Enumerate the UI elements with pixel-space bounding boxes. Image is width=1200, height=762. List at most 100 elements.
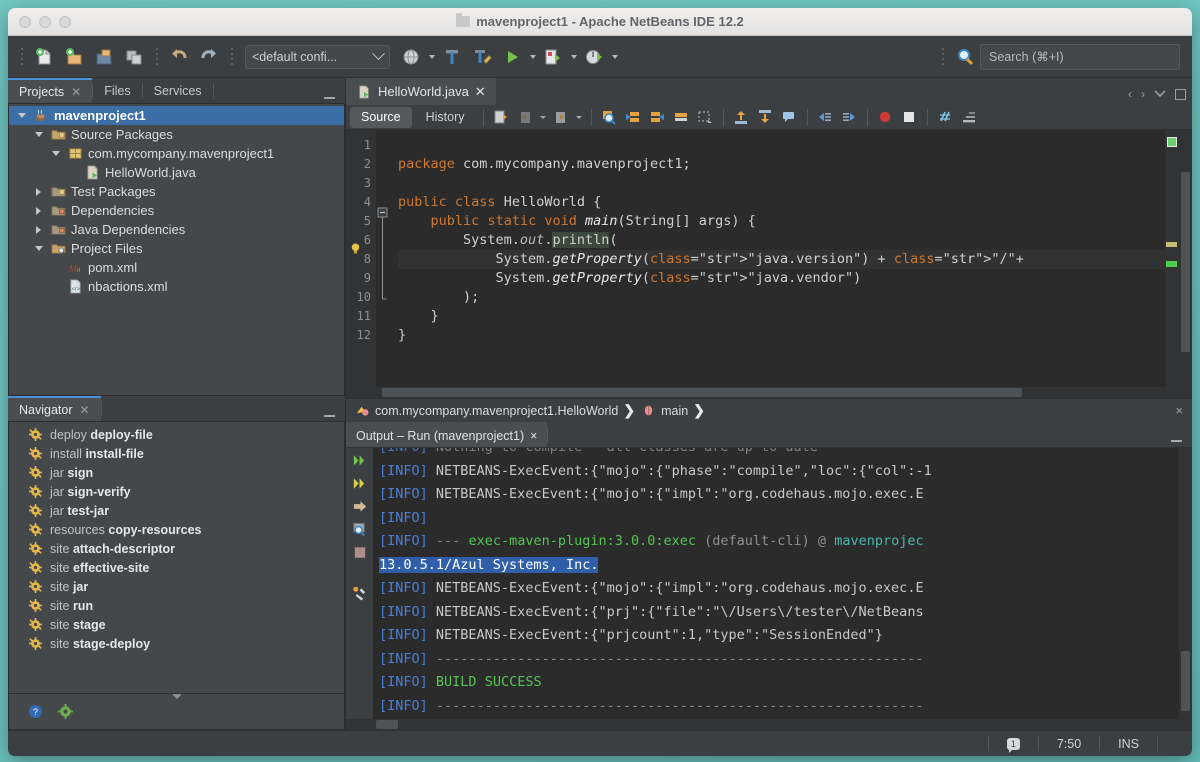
navigator-item-install-file[interactable]: install install-file (9, 444, 344, 463)
rerun-yellow-icon[interactable] (352, 475, 368, 491)
tree-node-helloworld-java[interactable]: HelloWorld.java (9, 163, 344, 182)
close-icon[interactable]: ✕ (71, 85, 81, 99)
next-bookmark-icon[interactable] (647, 107, 668, 127)
close-icon[interactable]: × (1175, 403, 1183, 418)
profile-dropdown-caret[interactable] (609, 42, 620, 72)
breadcrumb-class[interactable]: com.mycompany.mavenproject1.HelloWorld (375, 404, 618, 418)
toolbar-grip-2[interactable] (153, 46, 160, 68)
output-horizontal-scrollbar[interactable] (346, 719, 1192, 730)
collapse-handle[interactable] (9, 693, 344, 700)
error-strip[interactable] (1165, 130, 1179, 387)
open-project-icon[interactable] (89, 42, 119, 72)
minimize-navigator-button[interactable] (324, 415, 335, 417)
navigator-item-stage[interactable]: site stage (9, 615, 344, 634)
step-arrow-icon[interactable] (352, 498, 368, 514)
search-icon[interactable] (950, 42, 980, 72)
code-folding-margin[interactable] (376, 130, 390, 387)
twisty-down-icon[interactable] (15, 109, 28, 122)
navigator-item-attach-descriptor[interactable]: site attach-descriptor (9, 539, 344, 558)
notification-bubble-icon[interactable]: 1 (1007, 738, 1020, 750)
tree-node-test-packages[interactable]: Test Packages (9, 182, 344, 201)
profile-icon[interactable] (579, 42, 609, 72)
breadcrumb-method[interactable]: main (661, 404, 688, 418)
comment-icon[interactable] (779, 107, 800, 127)
settings-wrench-icon[interactable] (352, 585, 368, 601)
save-all-icon[interactable] (119, 42, 149, 72)
find-output-icon[interactable] (352, 521, 368, 537)
toolbar-grip-3[interactable] (228, 46, 235, 68)
undo-icon[interactable] (164, 42, 194, 72)
tree-node-project-files[interactable]: Project Files (9, 239, 344, 258)
navigator-item-stage-deploy[interactable]: site stage-deploy (9, 634, 344, 653)
globe-icon[interactable] (396, 42, 426, 72)
tab-source[interactable]: Source (350, 107, 412, 128)
navigator-item-sign[interactable]: jar sign (9, 463, 344, 482)
twisty-down-icon[interactable] (32, 128, 45, 141)
close-icon[interactable]: ✕ (80, 403, 90, 417)
stop-icon[interactable] (899, 107, 920, 127)
output-selection[interactable]: 13.0.5.1/Azul Systems, Inc. (379, 557, 598, 573)
tree-node-java-dependencies[interactable]: Java Dependencies (9, 220, 344, 239)
chevron-down-icon[interactable] (1154, 87, 1166, 101)
scrollbar-thumb[interactable] (382, 388, 1022, 397)
previous-bookmark-icon[interactable] (623, 107, 644, 127)
tab-navigator[interactable]: Navigator ✕ (8, 396, 101, 421)
tab-services[interactable]: Services (143, 78, 213, 103)
rectangular-selection-icon[interactable] (695, 107, 716, 127)
forward-icon[interactable] (551, 107, 572, 127)
last-edit-icon[interactable] (491, 107, 512, 127)
twisty-right-icon[interactable] (32, 185, 45, 198)
search-grip[interactable] (939, 46, 946, 68)
output-tab-run[interactable]: Output – Run (mavenproject1) × (346, 422, 547, 447)
twisty-down-icon[interactable] (49, 147, 62, 160)
notification-cell[interactable]: 1 (988, 736, 1038, 751)
navigator-item-copy-resources[interactable]: resources copy-resources (9, 520, 344, 539)
scrollbar-thumb[interactable] (376, 720, 398, 729)
code-editor[interactable]: 12345689101112 package com.mycompany.mav… (346, 130, 1192, 387)
navigator-item-run[interactable]: site run (9, 596, 344, 615)
previous-tab-button[interactable]: ‹ (1128, 87, 1132, 101)
navigator-item-jar[interactable]: site jar (9, 577, 344, 596)
run-dropdown-caret[interactable] (527, 42, 538, 72)
find-selection-icon[interactable] (599, 107, 620, 127)
code-text[interactable]: package com.mycompany.mavenproject1; pub… (390, 130, 1165, 387)
tree-node-mavenproject1[interactable]: mavenproject1 (9, 106, 344, 125)
editor-vertical-scrollbar[interactable] (1179, 130, 1192, 387)
editor-horizontal-scrollbar[interactable] (346, 387, 1192, 398)
status-insert-mode[interactable]: INS (1099, 736, 1157, 751)
minimize-output-button[interactable] (1171, 440, 1182, 442)
tab-projects[interactable]: Projects ✕ (8, 78, 92, 103)
output-text[interactable]: [INFO] Nothing to compile - all classes … (373, 448, 1179, 719)
debug-dropdown-caret[interactable] (568, 42, 579, 72)
twisty-down-icon[interactable] (32, 242, 45, 255)
gear-icon[interactable] (57, 704, 73, 720)
build-hammer-icon[interactable] (437, 42, 467, 72)
shift-line-up-icon[interactable] (731, 107, 752, 127)
close-icon[interactable]: × (530, 429, 537, 443)
redo-icon[interactable] (194, 42, 224, 72)
twisty-right-icon[interactable] (32, 204, 45, 217)
search-input[interactable]: Search (⌘+I) (980, 44, 1180, 70)
next-tab-button[interactable]: › (1141, 87, 1145, 101)
tab-history[interactable]: History (415, 107, 476, 128)
twisty-right-icon[interactable] (32, 223, 45, 236)
close-icon[interactable]: ✕ (475, 84, 486, 100)
tree-node-nbactions-xml[interactable]: </>nbactions.xml (9, 277, 344, 296)
scrollbar-thumb[interactable] (1181, 651, 1190, 711)
shift-left-icon[interactable] (815, 107, 836, 127)
shift-line-down-icon[interactable] (755, 107, 776, 127)
tree-node-pom-xml[interactable]: Mapom.xml (9, 258, 344, 277)
navigator-item-deploy-file[interactable]: deploy deploy-file (9, 425, 344, 444)
document-tab-helloworld[interactable]: HelloWorld.java ✕ (346, 78, 496, 105)
toolbar-grip[interactable] (18, 46, 25, 68)
output-vertical-scrollbar[interactable] (1179, 448, 1192, 719)
navigator-item-sign-verify[interactable]: jar sign-verify (9, 482, 344, 501)
tree-node-source-packages[interactable]: Source Packages (9, 125, 344, 144)
shift-right-icon[interactable] (839, 107, 860, 127)
tree-node-dependencies[interactable]: Dependencies (9, 201, 344, 220)
inspect-icon[interactable] (935, 107, 956, 127)
new-file-icon[interactable] (29, 42, 59, 72)
globe-dropdown-caret[interactable] (426, 42, 437, 72)
clean-build-icon[interactable] (467, 42, 497, 72)
help-icon[interactable]: ? (27, 704, 43, 720)
